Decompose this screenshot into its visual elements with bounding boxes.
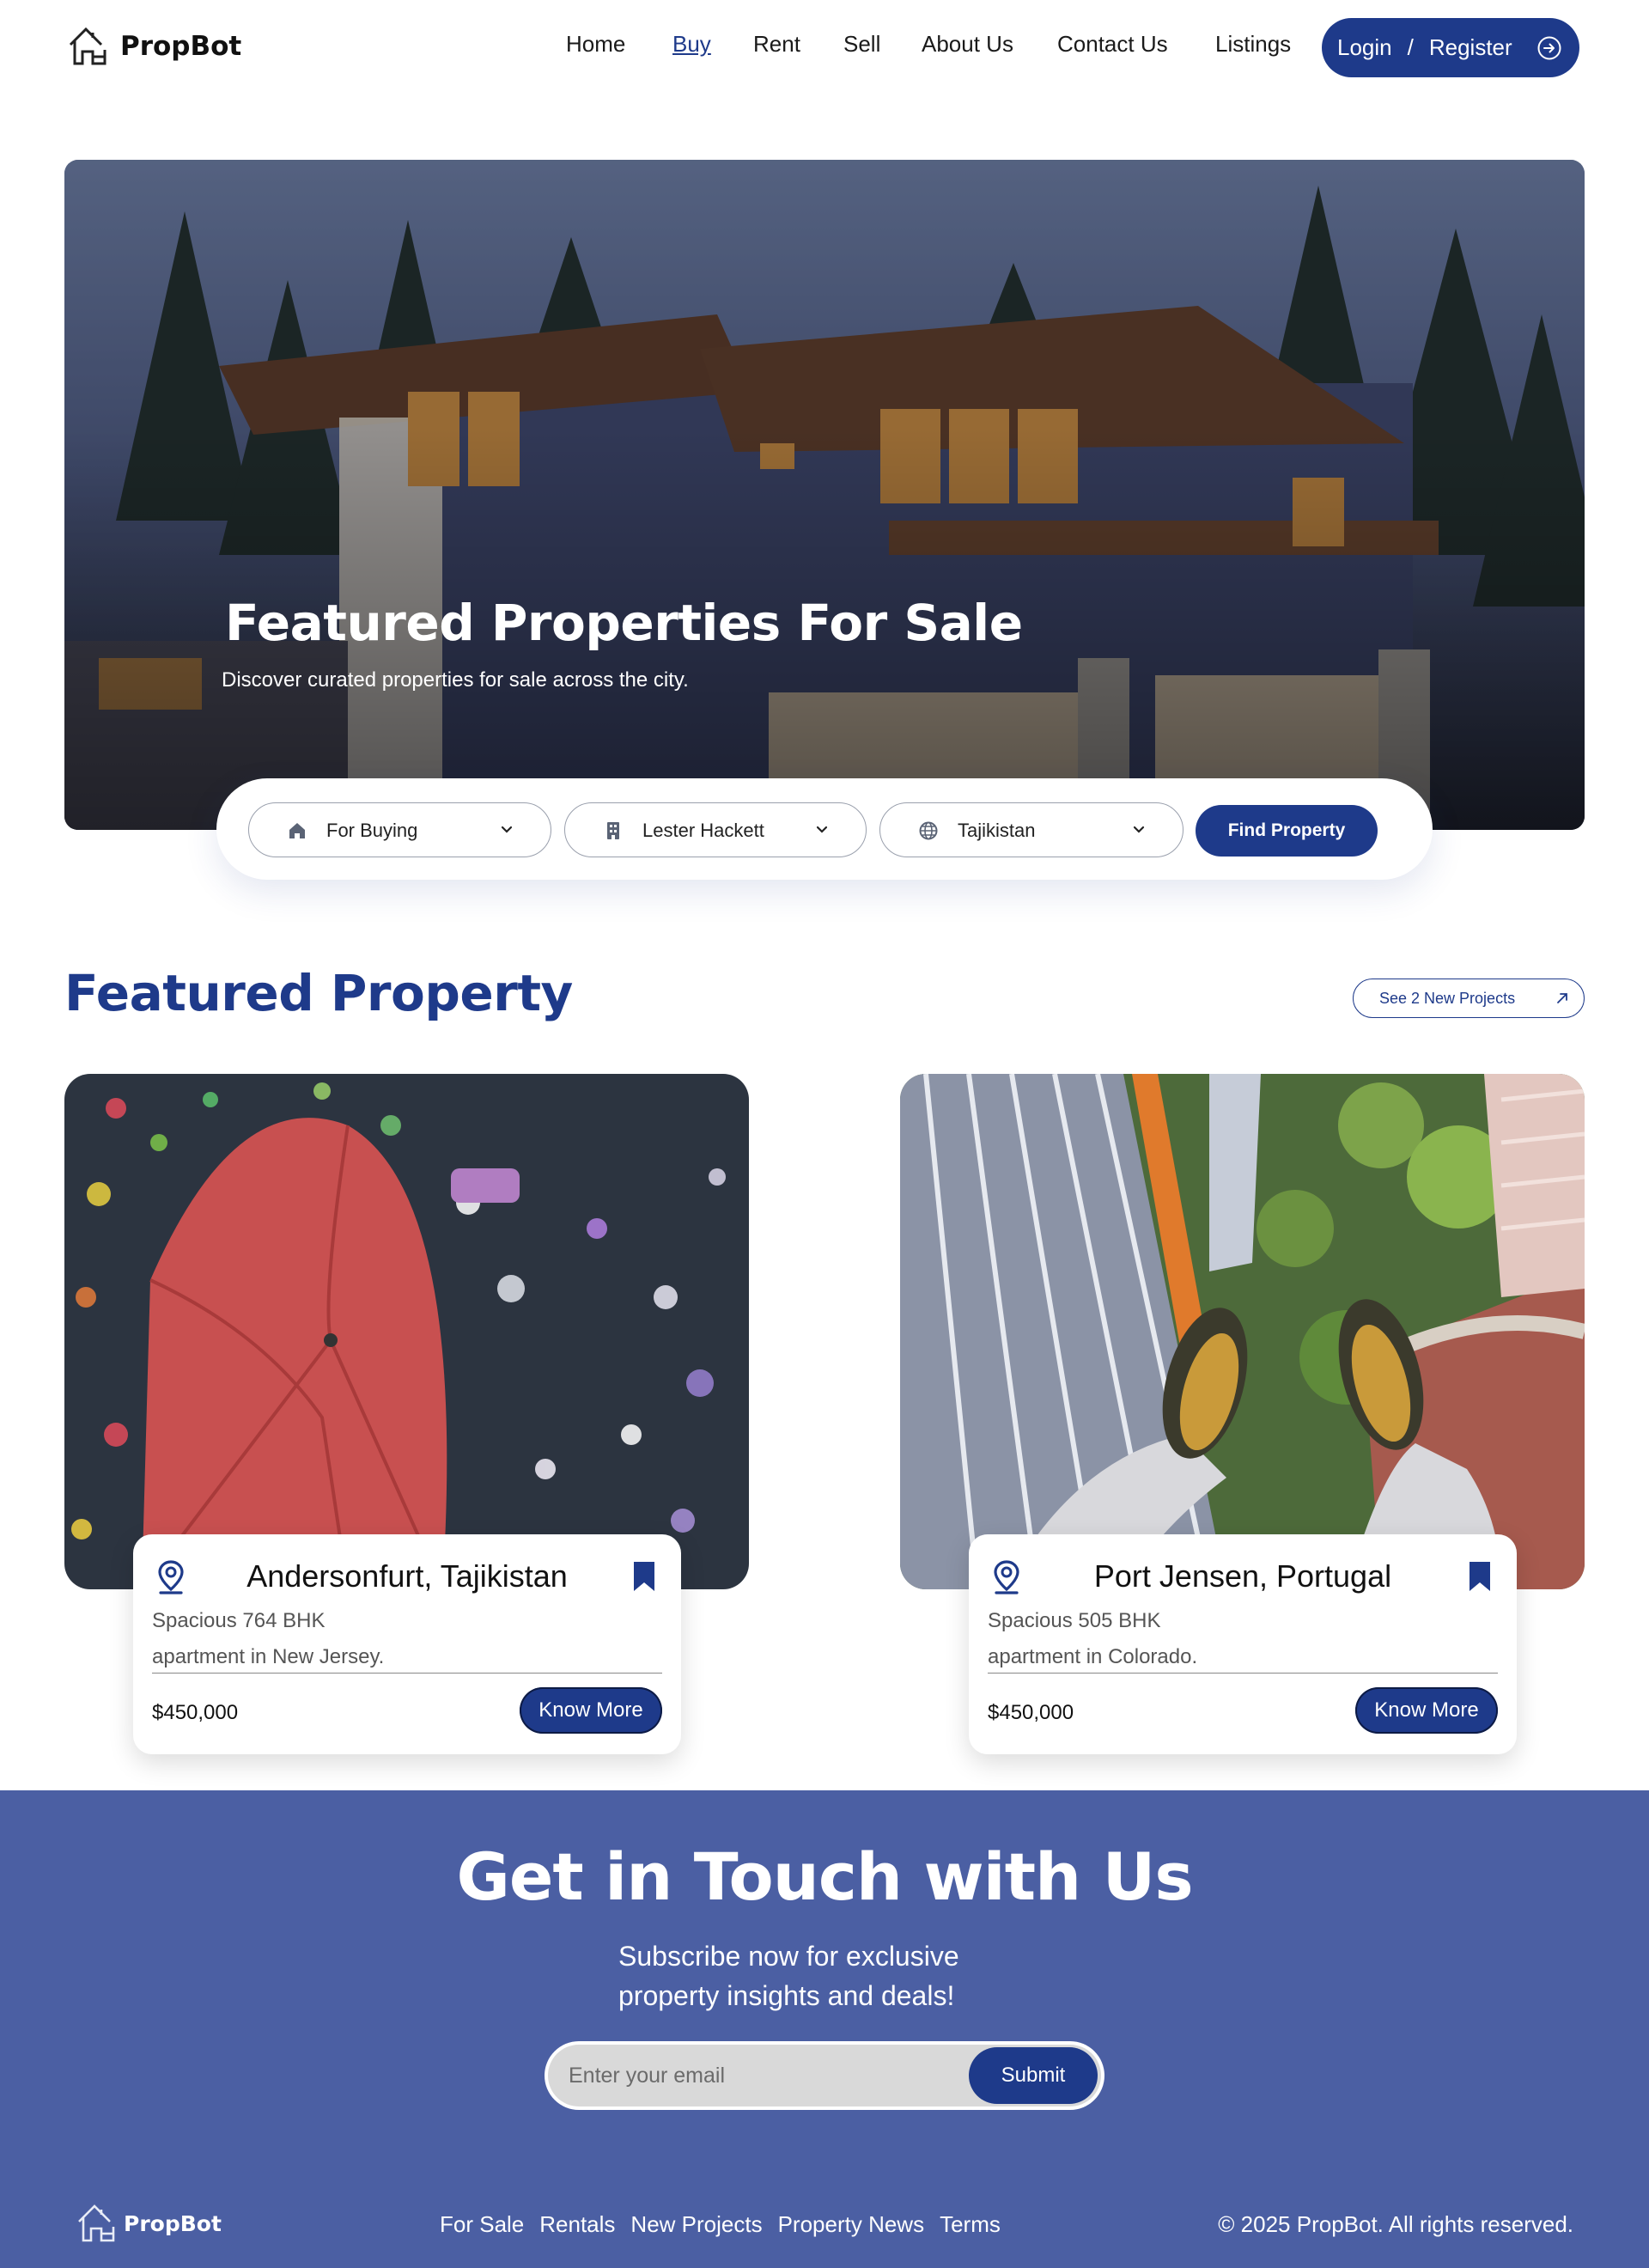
property-photo-umbrella[interactable]: [64, 1074, 749, 1589]
bookmark-icon[interactable]: [1467, 1560, 1493, 1593]
building-icon: [607, 822, 619, 839]
chevron-down-icon: [816, 826, 828, 833]
property-price: $450,000: [988, 1701, 1074, 1724]
nav-contact-us[interactable]: Contact Us: [1057, 31, 1168, 58]
purpose-select[interactable]: For Buying: [248, 802, 551, 857]
hero-subtitle: Discover curated properties for sale acr…: [222, 668, 689, 692]
chevron-down-icon: [1133, 826, 1145, 833]
footer-link-new-projects[interactable]: New Projects: [630, 2211, 762, 2238]
submit-button[interactable]: Submit: [969, 2047, 1098, 2104]
featured-section-title: Featured Property: [64, 964, 573, 1022]
chevron-down-icon: [501, 826, 513, 833]
property-card: Port Jensen, Portugal Spacious 505 BHK a…: [969, 1534, 1517, 1754]
login-label: Login: [1337, 34, 1392, 60]
see-new-projects-label: See 2 New Projects: [1379, 990, 1516, 1007]
nav-buy[interactable]: Buy: [672, 31, 711, 58]
hero-banner: Featured Properties For Sale Discover cu…: [64, 160, 1585, 830]
contact-title: Get in Touch with Us: [456, 1838, 1193, 1915]
house-logo-icon: [78, 2204, 115, 2242]
bookmark-icon[interactable]: [631, 1560, 657, 1593]
footer-link-rentals[interactable]: Rentals: [539, 2211, 615, 2238]
nav-home[interactable]: Home: [566, 31, 625, 58]
purpose-value: For Buying: [326, 820, 418, 841]
auth-separator: /: [1407, 34, 1414, 60]
property-location: Port Jensen, Portugal: [1093, 1558, 1392, 1594]
agent-value: Lester Hackett: [642, 820, 764, 841]
footer-link-for-sale[interactable]: For Sale: [440, 2211, 524, 2238]
contact-subtitle: Subscribe now for exclusive property ins…: [618, 1941, 959, 2011]
contact-section: Get in Touch with Us Subscribe now for e…: [0, 1790, 1649, 2268]
globe-icon: [919, 821, 938, 840]
property-desc-line1: Spacious 505 BHK: [988, 1609, 1161, 1632]
property-location: Andersonfurt, Tajikistan: [246, 1558, 568, 1594]
property-photo-skyscrapers[interactable]: [900, 1074, 1585, 1589]
property-desc-line2: apartment in Colorado.: [988, 1645, 1198, 1668]
top-navbar: PropBot Home Buy Rent Sell About Us Cont…: [0, 0, 1649, 94]
property-desc-line1: Spacious 764 BHK: [152, 1609, 326, 1632]
property-description: Spacious 505 BHK apartment in Colorado.: [988, 1603, 1469, 1675]
find-property-button[interactable]: Find Property: [1196, 805, 1378, 857]
property-price: $450,000: [152, 1701, 239, 1724]
home-icon: [289, 823, 305, 838]
copyright-text: © 2025 PropBot. All rights reserved.: [1218, 2211, 1573, 2237]
footer-nav: For Sale Rentals New Projects Property N…: [440, 2211, 1001, 2238]
footer-link-terms[interactable]: Terms: [940, 2211, 1001, 2238]
agent-select[interactable]: Lester Hackett: [564, 802, 867, 857]
umbrella-photo: [64, 1074, 749, 1589]
property-card: Andersonfurt, Tajikistan Spacious 764 BH…: [133, 1534, 681, 1754]
nav-listings[interactable]: Listings: [1215, 31, 1291, 58]
arrow-up-right-icon: [1557, 993, 1567, 1003]
footer-link-property-news[interactable]: Property News: [778, 2211, 925, 2238]
footer-brand-name: PropBot: [124, 2210, 222, 2236]
property-description: Spacious 764 BHK apartment in New Jersey…: [152, 1603, 633, 1675]
country-value: Tajikistan: [958, 820, 1036, 841]
country-select[interactable]: Tajikistan: [879, 802, 1184, 857]
nav-rent[interactable]: Rent: [753, 31, 800, 58]
card-divider: [152, 1673, 662, 1674]
property-desc-line2: apartment in New Jersey.: [152, 1645, 385, 1668]
see-new-projects-button[interactable]: See 2 New Projects: [1353, 979, 1585, 1018]
property-search-bar: For Buying Lester Hackett Tajikistan Fin…: [216, 778, 1433, 880]
skyscrapers-photo: [900, 1074, 1585, 1589]
hero-title: Featured Properties For Sale: [225, 594, 1023, 652]
card-divider: [988, 1673, 1498, 1674]
hero-house-photo: [64, 160, 1585, 830]
footer-logo[interactable]: PropBot: [76, 2201, 222, 2246]
register-label: Register: [1428, 34, 1512, 60]
subscribe-form: Submit: [545, 2041, 1104, 2110]
know-more-button[interactable]: Know More: [1355, 1687, 1498, 1734]
know-more-button[interactable]: Know More: [520, 1687, 662, 1734]
nav-about-us[interactable]: About Us: [922, 31, 1013, 58]
nav-sell[interactable]: Sell: [843, 31, 880, 58]
login-register-button[interactable]: Login / Register: [1322, 18, 1579, 77]
arrow-circle-right-icon: [1537, 36, 1561, 60]
